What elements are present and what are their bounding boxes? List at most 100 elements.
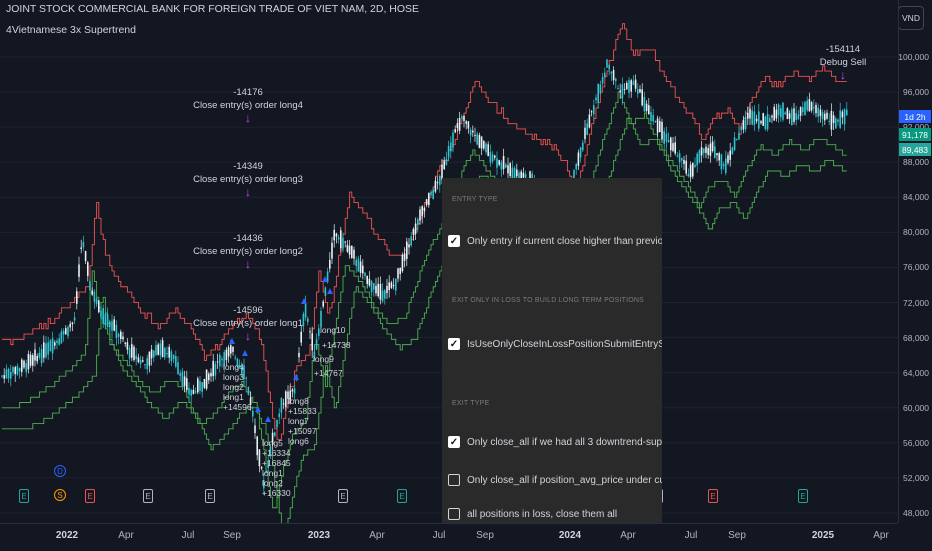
candle-body (758, 111, 760, 129)
candle-body (342, 237, 344, 249)
candle-body (122, 336, 124, 340)
event-marker[interactable]: E (85, 489, 95, 503)
candle-body (214, 363, 217, 376)
candle-body (738, 132, 740, 140)
candle-body (76, 291, 78, 304)
candle-body (56, 340, 58, 344)
candle-body (331, 242, 333, 259)
candle-body (157, 344, 159, 355)
candle-body (21, 359, 23, 372)
candle-body (599, 84, 602, 94)
candle-body (507, 165, 509, 174)
candle-body (623, 89, 626, 91)
exit-option-1-row[interactable]: ✓ Only close_all if we had all 3 downtre… (448, 436, 662, 448)
candle-body (82, 241, 85, 248)
candle-body (219, 354, 221, 367)
candle-body (753, 111, 756, 126)
exit-loss-option-row[interactable]: ✓ IsUseOnlyCloseInLossPositionSubmitEntr… (448, 338, 662, 350)
candle-body (579, 147, 582, 158)
candle-body (467, 121, 470, 129)
candle-body (133, 346, 135, 360)
long9-value: +14767 (314, 368, 343, 378)
exit-option-3-row[interactable]: all positions in loss, close them all (448, 508, 617, 520)
candle-body (841, 111, 844, 118)
event-marker[interactable]: E (205, 489, 215, 503)
close-long4-annotation: -14176 Close entry(s) order long4 ↓ (193, 86, 303, 125)
checkbox-checked-icon[interactable]: ✓ (448, 436, 460, 448)
candle-body (175, 356, 177, 367)
candle-body (676, 155, 679, 157)
time-tick: 2025 (811, 530, 835, 541)
time-tick: Jul (432, 530, 446, 541)
candle-body (355, 259, 357, 267)
checkbox-unchecked-icon[interactable] (448, 474, 460, 486)
candle-body (60, 331, 63, 344)
candle-body (744, 116, 747, 130)
cluster-a-4: +14596 (223, 402, 252, 412)
candle-body (500, 162, 503, 170)
candle-body (386, 285, 388, 294)
entry-option-row[interactable]: ✓ Only entry if current close higher tha… (448, 235, 662, 247)
candle-body (390, 282, 393, 288)
event-marker[interactable]: E (397, 489, 407, 503)
candle-body (124, 342, 126, 344)
candle-body (832, 115, 835, 124)
candle-body (34, 349, 36, 361)
close-long1-label: Close entry(s) order long1 (193, 318, 303, 329)
candle-body (282, 403, 285, 405)
supertrend-lower-band-2 (2, 117, 847, 523)
sell-arrow-icon: ↓ (839, 68, 846, 82)
exit-option-3-label: all positions in loss, close them all (467, 508, 618, 520)
checkbox-checked-icon[interactable]: ✓ (448, 235, 460, 247)
sell-arrow-icon: ↓ (244, 111, 251, 125)
buy-arrow-icon (242, 350, 248, 356)
candle-body (348, 245, 351, 255)
candle-body (788, 113, 791, 119)
exit-option-2-row[interactable]: Only close_all if position_avg_price und… (448, 474, 662, 486)
price-tick: 96,000 (903, 87, 929, 98)
sell-arrow-icon: ↓ (244, 257, 251, 271)
event-marker[interactable]: E (143, 489, 153, 503)
strategy-settings-panel[interactable]: ENTRY TYPE ✓ Only entry if current close… (442, 178, 662, 523)
candle-body (322, 301, 324, 307)
checkbox-checked-icon[interactable]: ✓ (448, 338, 460, 350)
buy-arrow-icon (293, 374, 299, 380)
candle-body (487, 144, 489, 157)
cluster-b-0: long8 (288, 396, 309, 406)
candle-body (109, 321, 111, 328)
event-marker[interactable]: E (19, 489, 29, 503)
candle-body (665, 133, 668, 142)
event-marker[interactable]: E (798, 489, 808, 503)
event-marker[interactable]: S (54, 489, 66, 501)
candle-body (731, 147, 734, 155)
candle-body (419, 209, 421, 221)
candle-body (727, 155, 729, 163)
candle-body (769, 118, 771, 123)
candle-body (595, 97, 597, 101)
time-axis[interactable]: 2022 Apr Jul Sep 2023 Apr Jul Sep 2024 Apr Jul Sep 2… (0, 523, 898, 551)
candle-body (329, 259, 331, 269)
candle-body (667, 139, 670, 143)
candle-body (135, 355, 137, 360)
candle-body (230, 345, 232, 354)
candle-body (212, 360, 214, 377)
indicator-label[interactable]: 4Vietnamese 3x Supertrend (6, 24, 136, 36)
event-marker[interactable]: E (708, 489, 718, 503)
candle-body (839, 110, 841, 128)
checkbox-unchecked-icon[interactable] (448, 508, 460, 520)
price-axis[interactable]: 100,00096,00092,00088,00084,00080,00076,… (898, 0, 932, 523)
event-marker[interactable]: D (54, 465, 66, 477)
candle-body (498, 160, 500, 165)
price-tick: 64,000 (903, 367, 929, 378)
supertrend-upper-band (2, 23, 847, 440)
candle-body (40, 349, 43, 364)
candle-body (401, 254, 404, 272)
candle-body (597, 83, 599, 103)
candle-body (835, 118, 837, 129)
event-marker[interactable]: E (338, 489, 348, 503)
candle-body (291, 389, 294, 392)
candle-body (311, 333, 313, 351)
candle-body (406, 241, 408, 259)
candle-body (782, 102, 784, 120)
candle-body (522, 172, 525, 178)
